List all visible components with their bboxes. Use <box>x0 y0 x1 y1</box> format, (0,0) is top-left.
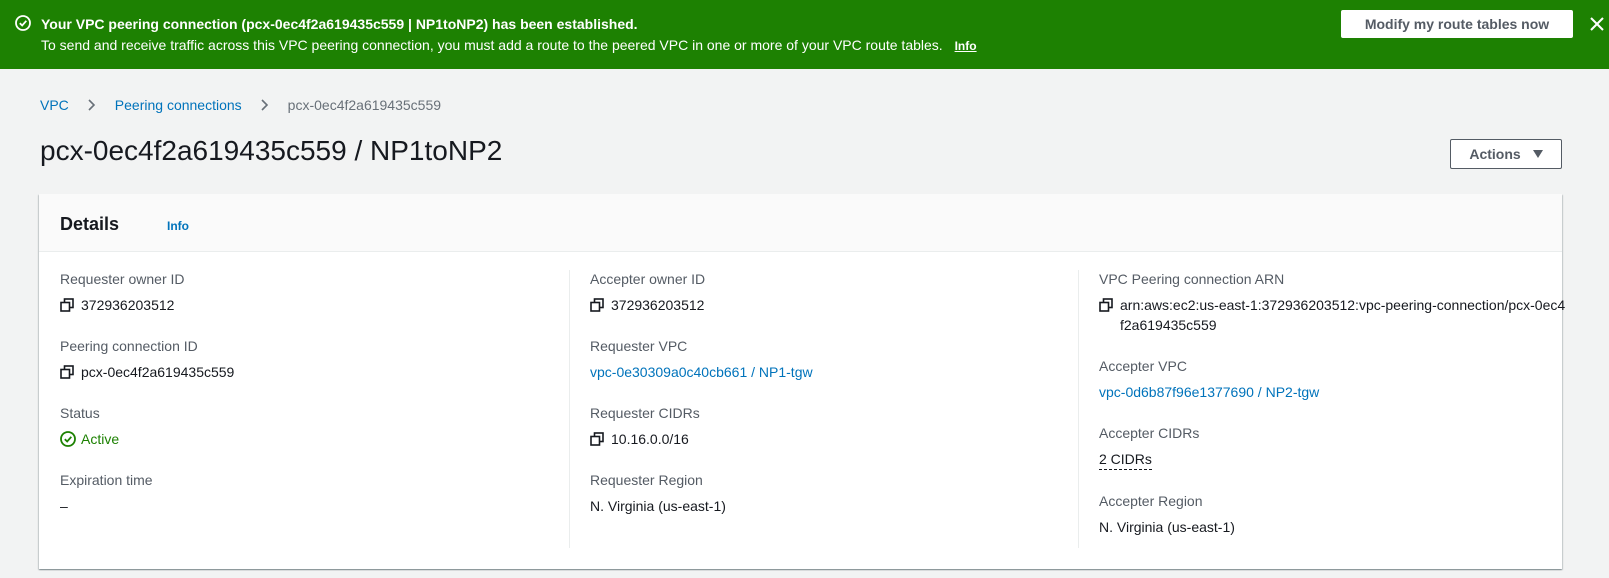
field-label: Peering connection ID <box>60 338 198 354</box>
field-value: 372936203512 <box>611 297 705 313</box>
details-panel: Details Info Requester owner ID 37293620… <box>39 194 1565 569</box>
field-label: Accepter owner ID <box>590 271 706 287</box>
status-badge: Active <box>60 429 119 449</box>
field-status: Status Active <box>60 404 547 449</box>
field-accepter-vpc: Accepter VPC vpc-0d6b87f96e1377690 / NP2… <box>1099 357 1566 402</box>
field-label: Accepter CIDRs <box>1099 425 1200 441</box>
chevron-right-icon <box>88 99 95 111</box>
field-value: pcx-0ec4f2a619435c559 <box>81 364 235 380</box>
copy-icon[interactable] <box>60 298 74 312</box>
field-label: Status <box>60 405 100 421</box>
field-value: arn:aws:ec2:us-east-1:372936203512:vpc-p… <box>1120 297 1566 333</box>
actions-label: Actions <box>1469 146 1521 162</box>
flash-info-link[interactable]: Info <box>955 39 977 53</box>
field-label: Accepter VPC <box>1099 358 1187 374</box>
field-value: – <box>60 498 68 514</box>
field-value: N. Virginia (us-east-1) <box>590 498 726 514</box>
requester-vpc-link[interactable]: vpc-0e30309a0c40cb661 / NP1-tgw <box>590 362 813 382</box>
field-value: 10.16.0.0/16 <box>611 431 689 447</box>
breadcrumb-peering-connections[interactable]: Peering connections <box>115 97 242 113</box>
status-text: Active <box>81 431 120 447</box>
field-label: Expiration time <box>60 472 153 488</box>
breadcrumb: VPC Peering connections pcx-0ec4f2a61943… <box>40 97 441 113</box>
details-header: Details Info <box>39 194 1562 252</box>
close-icon[interactable] <box>1589 16 1605 32</box>
breadcrumb-vpc[interactable]: VPC <box>40 97 69 113</box>
success-flash-banner: Your VPC peering connection (pcx-0ec4f2a… <box>0 0 1609 69</box>
copy-icon[interactable] <box>60 365 74 379</box>
field-label: Accepter Region <box>1099 493 1203 509</box>
page-title: pcx-0ec4f2a619435c559 / NP1toNP2 <box>40 135 503 166</box>
field-requester-vpc: Requester VPC vpc-0e30309a0c40cb661 / NP… <box>590 337 1057 382</box>
field-requester-region: Requester Region N. Virginia (us-east-1) <box>590 471 1057 516</box>
success-check-icon <box>15 15 31 31</box>
details-column-2: Accepter owner ID 372936203512 Requester… <box>569 270 1057 548</box>
field-value: 372936203512 <box>81 297 175 313</box>
accepter-cidrs-popover-trigger[interactable]: 2 CIDRs <box>1099 449 1152 470</box>
field-label: Requester VPC <box>590 338 688 354</box>
field-accepter-owner-id: Accepter owner ID 372936203512 <box>590 270 1057 315</box>
breadcrumb-current: pcx-0ec4f2a619435c559 <box>287 97 442 113</box>
flash-title: Your VPC peering connection (pcx-0ec4f2a… <box>41 16 638 32</box>
copy-icon[interactable] <box>590 432 604 446</box>
field-peering-connection-id: Peering connection ID pcx-0ec4f2a619435c… <box>60 337 547 382</box>
field-requester-cidrs: Requester CIDRs 10.16.0.0/16 <box>590 404 1057 449</box>
details-column-3: VPC Peering connection ARN arn:aws:ec2:u… <box>1078 270 1566 548</box>
field-accepter-region: Accepter Region N. Virginia (us-east-1) <box>1099 492 1566 537</box>
field-expiration-time: Expiration time – <box>60 471 547 516</box>
field-value: N. Virginia (us-east-1) <box>1099 519 1235 535</box>
details-column-1: Requester owner ID 372936203512 Peering … <box>60 270 547 538</box>
field-peering-arn: VPC Peering connection ARN arn:aws:ec2:u… <box>1099 270 1566 335</box>
flash-description-text: To send and receive traffic across this … <box>41 37 943 53</box>
copy-icon[interactable] <box>1099 298 1113 312</box>
caret-down-icon <box>1532 150 1543 158</box>
modify-route-tables-button[interactable]: Modify my route tables now <box>1341 10 1573 38</box>
accepter-vpc-link[interactable]: vpc-0d6b87f96e1377690 / NP2-tgw <box>1099 382 1319 402</box>
actions-dropdown-button[interactable]: Actions <box>1450 139 1562 169</box>
flash-description: To send and receive traffic across this … <box>41 37 977 53</box>
details-info-link[interactable]: Info <box>167 219 189 233</box>
chevron-right-icon <box>261 99 268 111</box>
field-label: Requester Region <box>590 472 703 488</box>
copy-icon[interactable] <box>590 298 604 312</box>
field-label: VPC Peering connection ARN <box>1099 271 1285 287</box>
details-heading: Details <box>60 214 120 234</box>
field-label: Requester CIDRs <box>590 405 700 421</box>
field-accepter-cidrs: Accepter CIDRs 2 CIDRs <box>1099 424 1566 470</box>
field-label: Requester owner ID <box>60 271 185 287</box>
field-requester-owner-id: Requester owner ID 372936203512 <box>60 270 547 315</box>
status-success-icon <box>60 431 76 447</box>
